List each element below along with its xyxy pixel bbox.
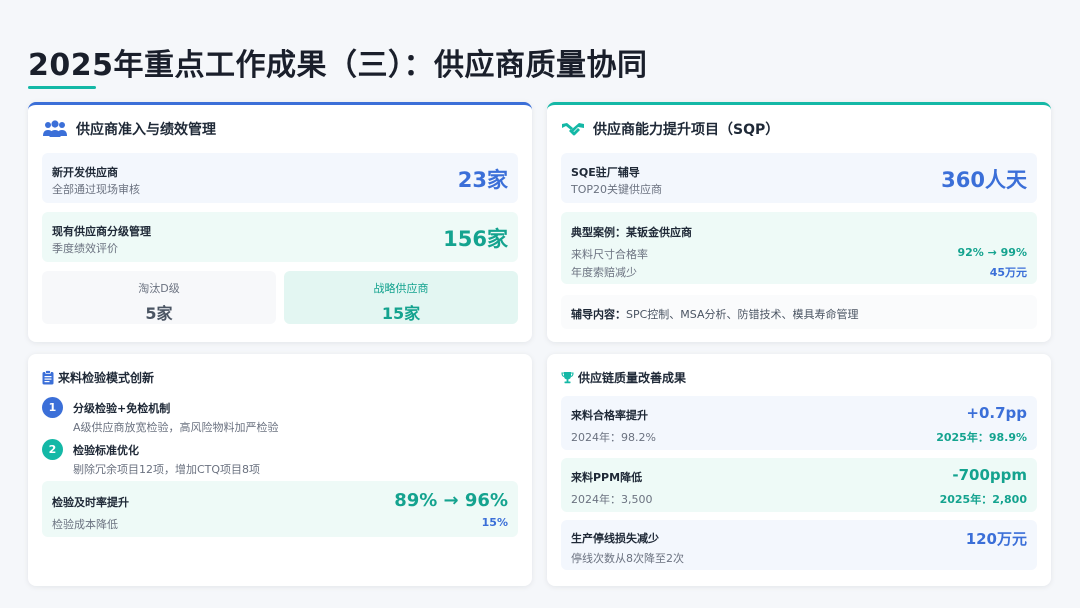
tile-value: 5家 [145,304,173,323]
step-title: 检验标准优化 [73,444,139,457]
stat-label: 新开发供应商 [52,166,118,179]
card-inspection: 来料检验模式创新 1 分级检验+免检机制 A级供应商放宽检验，高风险物料加严检验… [28,354,532,586]
tile-value: 15家 [381,304,421,323]
title-underline [28,86,96,89]
result-before: 2024年：3,500 [571,493,653,506]
stat-row-new-suppliers: 新开发供应商 全部通过现场审核 23家 [42,153,518,203]
stat-sub: 季度绩效评价 [52,242,118,255]
step-number-2: 2 [42,439,63,460]
stat-row-existing-suppliers: 现有供应商分级管理 季度绩效评价 156家 [42,212,518,262]
result-row-ppm: 来料PPM降低 -700ppm 2024年：3,500 2025年：2,800 [561,458,1037,512]
step-number-1: 1 [42,397,63,418]
case-title: 典型案例：某钣金供应商 [571,226,692,239]
stat-value: 360人天 [941,168,1027,192]
result-after: 2025年：2,800 [939,493,1027,506]
summary-label: 检验及时率提升 [52,496,129,509]
step-desc: A级供应商放宽检验，高风险物料加严检验 [73,421,279,434]
card-title: 供应商能力提升项目（SQP） [593,122,780,138]
tile-strategic: 战略供应商 15家 [284,271,518,324]
case-study-box: 典型案例：某钣金供应商 来料尺寸合格率 92% → 99% 年度索赔减少 45万… [561,212,1037,284]
step-desc: 剔除冗余项目12项，增加CTQ项目8项 [73,463,261,476]
result-label: 来料合格率提升 [571,409,648,422]
trophy-icon [561,371,574,384]
card-supply-chain-results: 供应链质量改善成果 来料合格率提升 +0.7pp 2024年：98.2% 202… [547,354,1051,586]
result-after: 2025年：98.9% [936,431,1027,444]
stat-value: 23家 [457,168,508,192]
result-row-incoming-pass-rate: 来料合格率提升 +0.7pp 2024年：98.2% 2025年：98.9% [561,396,1037,450]
card-header: 供应商准入与绩效管理 [42,119,216,139]
result-label: 来料PPM降低 [571,471,643,484]
page-title: 2025年重点工作成果（三）：供应商质量协同 [28,48,648,83]
summary-sub: 检验成本降低 [52,518,118,531]
card-title: 供应链质量改善成果 [578,371,687,385]
clipboard-icon [42,370,54,385]
summary-value: 89% → 96% [394,490,508,511]
result-label: 生产停线损失减少 [571,532,659,545]
case-item-label: 来料尺寸合格率 [571,248,648,261]
summary-sub-value: 15% [481,516,508,529]
tile-eliminated-d: 淘汰D级 5家 [42,271,276,324]
stat-sub: TOP20关键供应商 [571,183,663,196]
result-value: 120万元 [965,530,1027,548]
inspection-summary: 检验及时率提升 89% → 96% 检验成本降低 15% [42,481,518,537]
case-item-value: 92% → 99% [957,246,1027,259]
result-before: 2024年：98.2% [571,431,656,444]
tile-label: 战略供应商 [373,282,429,295]
card-header: 来料检验模式创新 [42,369,154,386]
case-item-label: 年度索赔减少 [571,266,637,279]
stat-value: 156家 [443,227,508,251]
stat-label: 现有供应商分级管理 [52,225,151,238]
users-icon [42,120,68,138]
coaching-content: 辅导内容：SPC控制、MSA分析、防错技术、模具寿命管理 [561,295,1037,329]
result-value: +0.7pp [966,404,1027,422]
card-header: 供应商能力提升项目（SQP） [561,119,779,139]
content-text: SPC控制、MSA分析、防错技术、模具寿命管理 [626,308,859,321]
card-title: 来料检验模式创新 [58,371,155,385]
result-before: 停线次数从8次降至2次 [571,552,684,565]
card-sqp: 供应商能力提升项目（SQP） SQE驻厂辅导 TOP20关键供应商 360人天 … [547,102,1051,342]
result-value: -700ppm [952,466,1027,484]
card-title: 供应商准入与绩效管理 [76,122,216,138]
result-row-line-stop-loss: 生产停线损失减少 120万元 停线次数从8次降至2次 [561,520,1037,570]
stat-label: SQE驻厂辅导 [571,166,640,179]
step-title: 分级检验+免检机制 [73,402,171,415]
stat-sub: 全部通过现场审核 [52,183,140,196]
handshake-icon [561,120,585,138]
card-header: 供应链质量改善成果 [561,369,686,386]
tile-label: 淘汰D级 [138,282,180,295]
stat-row-sqe-coaching: SQE驻厂辅导 TOP20关键供应商 360人天 [561,153,1037,203]
card-supplier-admission: 供应商准入与绩效管理 新开发供应商 全部通过现场审核 23家 现有供应商分级管理… [28,102,532,342]
case-item-value: 45万元 [989,266,1027,279]
content-label: 辅导内容： [571,308,626,321]
